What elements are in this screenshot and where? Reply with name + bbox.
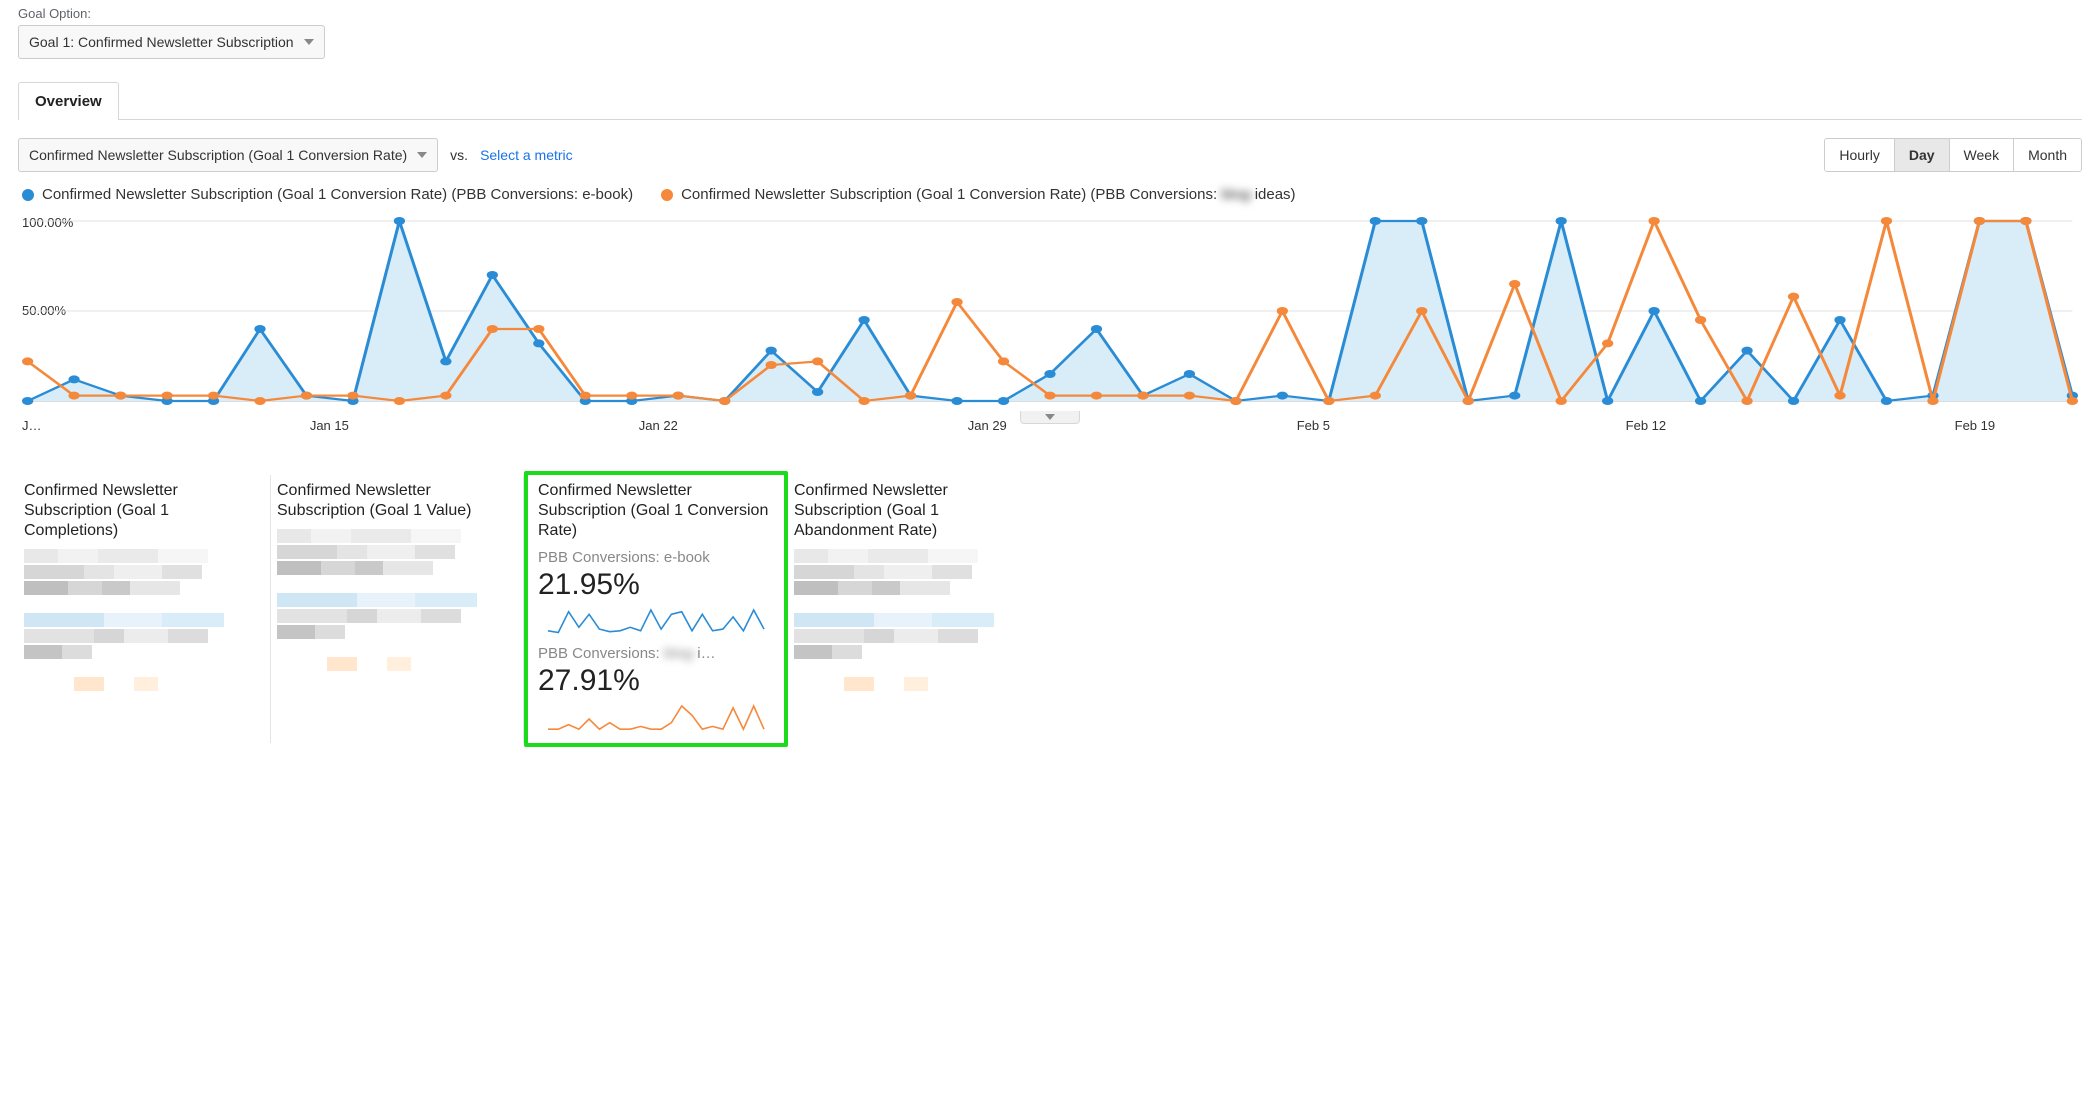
metric-card-2[interactable]: Confirmed Newsletter Subscription (Goal … (524, 471, 788, 747)
x-tick: J… (22, 418, 42, 433)
primary-metric-value: Confirmed Newsletter Subscription (Goal … (29, 147, 407, 163)
legend-label-a: Confirmed Newsletter Subscription (Goal … (42, 186, 633, 203)
x-tick: Feb 12 (1626, 418, 1666, 433)
sparkline (538, 608, 774, 638)
goal-option-label: Goal Option: (18, 6, 2082, 21)
x-tick: Jan 22 (639, 418, 678, 433)
select-metric-link[interactable]: Select a metric (480, 147, 573, 163)
x-tick: Jan 29 (968, 418, 1007, 433)
granularity-toggle: HourlyDayWeekMonth (1824, 138, 2082, 172)
goal-option-value: Goal 1: Confirmed Newsletter Subscriptio… (29, 34, 294, 50)
legend-item-b: Confirmed Newsletter Subscription (Goal … (661, 186, 1295, 203)
chevron-down-icon (304, 39, 314, 45)
legend-label-b: Confirmed Newsletter Subscription (Goal … (681, 186, 1295, 203)
legend-b-suffix: ideas) (1255, 186, 1296, 203)
tab-overview[interactable]: Overview (18, 82, 119, 120)
vs-label: vs. (450, 147, 468, 163)
legend-item-a: Confirmed Newsletter Subscription (Goal … (22, 186, 633, 203)
legend-dot-blue (22, 189, 34, 201)
legend-b-prefix: Confirmed Newsletter Subscription (Goal … (681, 186, 1221, 203)
chevron-down-icon (1045, 414, 1055, 420)
main-chart: 100.00% 50.00% J…Jan 15Jan 22Jan 29Feb 5… (22, 211, 2078, 431)
chart-expand-handle[interactable] (1020, 411, 1080, 424)
card-sub-label: PBB Conversions: blog-i… (538, 645, 774, 662)
card-value: 21.95% (538, 568, 774, 602)
granularity-hourly[interactable]: Hourly (1825, 139, 1893, 171)
card-title: Confirmed Newsletter Subscription (Goal … (794, 481, 1030, 541)
chart-svg (22, 211, 2078, 411)
legend-b-blur: blog- (1221, 186, 1254, 203)
granularity-month[interactable]: Month (2013, 139, 2081, 171)
legend-dot-orange (661, 189, 673, 201)
card-value: 27.91% (538, 664, 774, 698)
metric-card-3[interactable]: Confirmed Newsletter Subscription (Goal … (788, 475, 1040, 743)
primary-metric-dropdown[interactable]: Confirmed Newsletter Subscription (Goal … (18, 138, 438, 172)
x-tick: Feb 19 (1955, 418, 1995, 433)
granularity-week[interactable]: Week (1949, 139, 2014, 171)
metric-card-1[interactable]: Confirmed Newsletter Subscription (Goal … (271, 475, 524, 743)
x-tick: Feb 5 (1297, 418, 1330, 433)
tab-bar: Overview (18, 81, 2082, 120)
chevron-down-icon (417, 152, 427, 158)
goal-option-dropdown[interactable]: Goal 1: Confirmed Newsletter Subscriptio… (18, 25, 325, 59)
metric-card-0[interactable]: Confirmed Newsletter Subscription (Goal … (18, 475, 271, 743)
x-tick: Jan 15 (310, 418, 349, 433)
sparkline (538, 704, 774, 734)
card-title: Confirmed Newsletter Subscription (Goal … (538, 481, 774, 541)
card-sub-label: PBB Conversions: e-book (538, 549, 774, 566)
card-title: Confirmed Newsletter Subscription (Goal … (24, 481, 260, 541)
metric-cards: Confirmed Newsletter Subscription (Goal … (18, 475, 2082, 743)
granularity-day[interactable]: Day (1894, 139, 1949, 171)
card-title: Confirmed Newsletter Subscription (Goal … (277, 481, 513, 521)
